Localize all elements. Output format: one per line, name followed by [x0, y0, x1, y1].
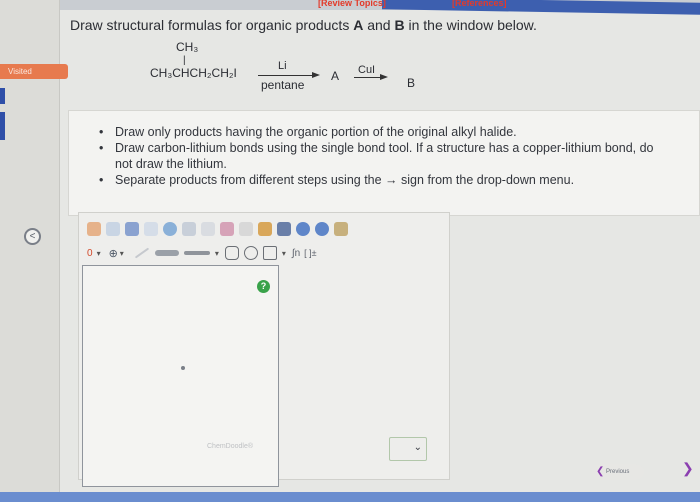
chevron-down-icon[interactable]: ▾ — [215, 249, 219, 258]
next-arrow-icon[interactable]: ❯ — [682, 460, 694, 477]
question-prefix: Draw structural formulas for organic pro… — [70, 17, 354, 33]
ring-icon[interactable] — [182, 222, 196, 236]
plus-charge-icon[interactable]: ⊕ — [109, 247, 118, 260]
copy-icon[interactable] — [277, 222, 291, 236]
gutter-indicator — [0, 88, 5, 104]
top-bar-accent — [382, 0, 700, 15]
single-bond-icon[interactable] — [134, 247, 149, 259]
previous-label: Previous — [606, 469, 630, 475]
zoom-in-icon[interactable] — [296, 222, 310, 236]
reaction-arrow-1 — [258, 75, 314, 76]
methyl-group: CH₃ — [176, 40, 199, 54]
bracket-icon[interactable]: [ ]± — [304, 248, 316, 258]
chevron-left-icon: ❮ — [596, 466, 605, 477]
arrow-head-1 — [312, 72, 320, 78]
question-and: and — [363, 17, 395, 33]
bottom-bar — [0, 492, 700, 502]
instructions-panel: Draw only products having the organic po… — [68, 110, 700, 216]
arrow-dropdown[interactable]: ⌄ — [389, 437, 427, 461]
eraser-icon[interactable] — [125, 222, 139, 236]
instruction-item: Draw only products having the organic po… — [99, 125, 699, 140]
product-a: A — [331, 69, 340, 83]
clean-icon[interactable] — [258, 222, 272, 236]
previous-button[interactable]: ❮ Previous — [592, 464, 644, 480]
top-bar: [Review Topics] [References] — [60, 0, 700, 15]
chain-icon[interactable] — [201, 222, 215, 236]
toolbar-row-2: 0 ▾ ⊕ ▾ ▾ ▾ ∫n [ ]± — [87, 243, 317, 263]
question-suffix: in the window below. — [404, 17, 537, 33]
chevron-left-icon[interactable]: < — [24, 228, 41, 245]
product-b-label: B — [394, 17, 405, 33]
references-link[interactable]: [References] — [452, 0, 507, 8]
help-icon[interactable]: ? — [257, 280, 270, 293]
undo-icon[interactable] — [220, 222, 234, 236]
reaction-scheme: CH₃ | CH₃CHCH₂CH₂I Li pentane A CuI B — [150, 38, 450, 98]
center-icon[interactable] — [334, 222, 348, 236]
lasso-icon[interactable] — [106, 222, 120, 236]
product-b: B — [407, 76, 416, 90]
bond-set-icon[interactable] — [154, 250, 179, 256]
hand-icon[interactable] — [87, 222, 101, 236]
chevron-down-icon[interactable]: ▾ — [282, 249, 286, 258]
zoom-out-icon[interactable] — [315, 222, 329, 236]
benzene-icon[interactable] — [243, 246, 258, 260]
instruction-item: Draw carbon-lithium bonds using the sing… — [99, 141, 699, 156]
visited-tag: Visited — [0, 64, 68, 79]
pentagon-icon[interactable] — [262, 246, 277, 260]
reactant-formula: CH₃CHCH₂CH₂I — [150, 66, 237, 80]
charge-tool[interactable]: 0 — [87, 248, 93, 259]
chemdoodle-watermark: ChemDoodle® — [207, 443, 254, 450]
question-text: Draw structural formulas for organic pro… — [70, 17, 537, 33]
reagent-li: Li — [278, 60, 287, 72]
chevron-down-icon[interactable]: ▾ — [97, 249, 101, 258]
drawing-canvas[interactable] — [82, 265, 279, 487]
arrow-head-2 — [380, 74, 388, 80]
add-icon[interactable] — [163, 222, 177, 236]
chevron-down-icon[interactable]: ▾ — [120, 249, 124, 258]
reaction-arrow-2 — [354, 77, 382, 78]
reagent-pentane: pentane — [261, 78, 305, 92]
chain-length-icon[interactable]: ∫n — [292, 248, 300, 259]
bond-line: | — [183, 55, 186, 66]
gutter-indicator — [0, 112, 5, 140]
redo-icon[interactable] — [239, 222, 253, 236]
instruction-item: Separate products from different steps u… — [99, 173, 699, 188]
chevron-down-icon: ⌄ — [413, 442, 422, 453]
hexagon-icon[interactable] — [224, 246, 239, 260]
instruction-item-continuation: not draw the lithium. — [115, 157, 227, 171]
reagent-cui: CuI — [358, 64, 376, 76]
toolbar-row-1 — [87, 219, 353, 239]
review-topics-link[interactable]: [Review Topics] — [318, 0, 386, 8]
template-icon[interactable] — [144, 222, 158, 236]
canvas-dot — [181, 366, 185, 370]
double-bond-icon[interactable] — [183, 251, 210, 255]
product-a-label: A — [353, 17, 364, 33]
